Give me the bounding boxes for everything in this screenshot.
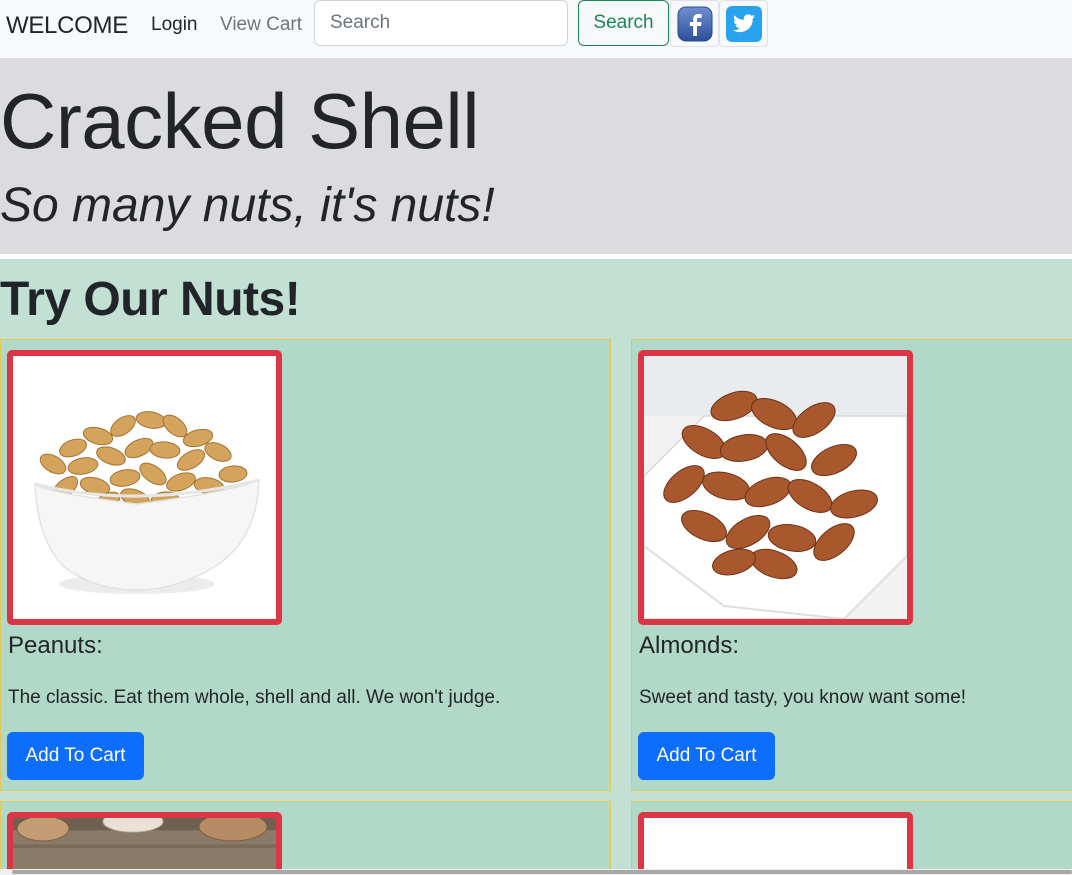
hero-subtitle: So many nuts, it's nuts!: [0, 179, 495, 232]
add-to-cart-button[interactable]: Add To Cart: [7, 732, 144, 780]
facebook-icon: [677, 6, 712, 41]
add-to-cart-button[interactable]: Add To Cart: [638, 732, 775, 780]
nav-view-cart-link[interactable]: View Cart: [220, 14, 302, 36]
twitter-button[interactable]: [719, 0, 768, 47]
search-button[interactable]: Search: [578, 0, 669, 46]
product-title: Peanuts:: [8, 632, 103, 659]
search-input[interactable]: [314, 0, 568, 46]
twitter-icon: [725, 5, 762, 42]
scrollbar-thumb[interactable]: [12, 870, 1072, 874]
product-card-almonds: Almonds: Sweet and tasty, you know want …: [631, 339, 1072, 791]
white-product-image[interactable]: [638, 812, 913, 875]
product-card-peanuts: Peanuts: The classic. Eat them whole, sh…: [0, 339, 611, 791]
products-heading: Try Our Nuts!: [0, 273, 301, 326]
navbar-brand[interactable]: WELCOME: [6, 12, 128, 40]
product-title: Almonds:: [639, 632, 740, 659]
hero-banner: Cracked Shell So many nuts, it's nuts!: [0, 58, 1072, 254]
product-card-4: [631, 801, 1072, 875]
brazil-nuts-image[interactable]: [7, 812, 282, 875]
product-description: The classic. Eat them whole, shell and a…: [8, 687, 501, 708]
peanuts-bowl-image[interactable]: [7, 350, 282, 625]
hero-title: Cracked Shell: [0, 77, 480, 165]
hero-divider: [0, 254, 1072, 259]
horizontal-scrollbar[interactable]: [0, 869, 1072, 875]
facebook-button[interactable]: [670, 0, 719, 47]
product-description: Sweet and tasty, you know want some!: [639, 687, 967, 708]
nav-login-link[interactable]: Login: [151, 14, 198, 36]
almonds-bowl-image[interactable]: [638, 350, 913, 625]
navbar: WELCOME Login View Cart Search: [0, 0, 1072, 58]
product-card-3: [0, 801, 611, 875]
